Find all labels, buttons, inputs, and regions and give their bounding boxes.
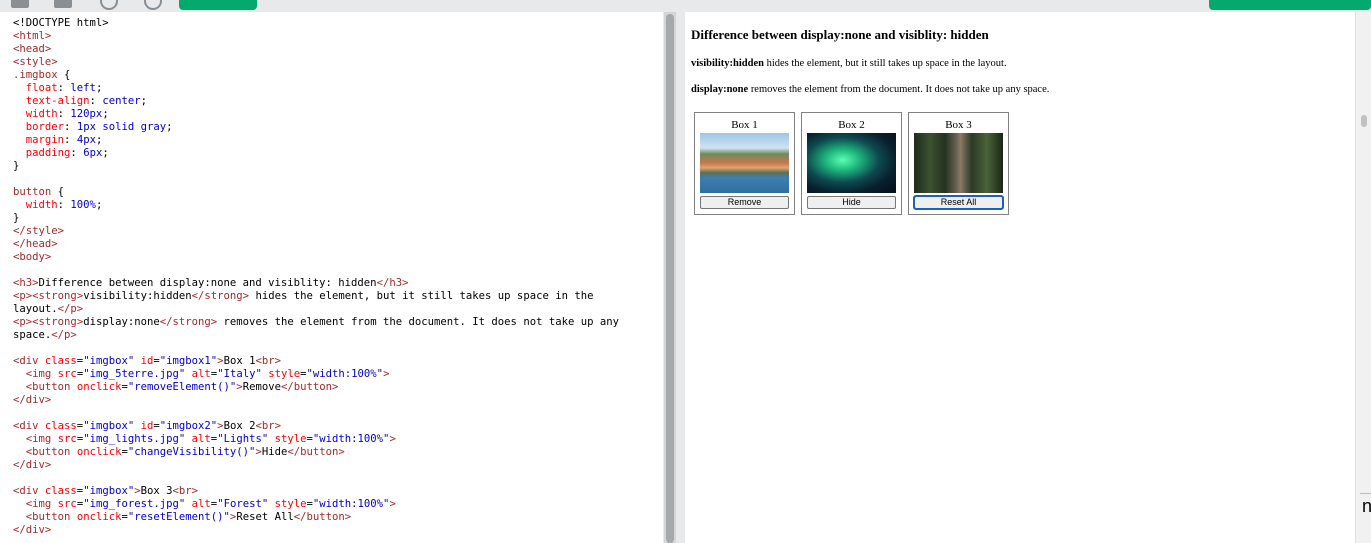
code-line: } [13,160,20,172]
code-line: width: 120px; [25,108,109,120]
circle-icon[interactable] [144,0,162,10]
toolbar [0,0,1371,12]
forest-image [914,133,1003,193]
code-line: </style> [13,225,65,237]
box-caption: Box 2 [838,119,865,131]
visibility-strong: visibility:hidden [691,58,764,69]
display-text: removes the element from the document. I… [748,84,1050,95]
code-line: <h3>Difference between display:none and … [13,277,409,289]
code-line: float: left; [25,82,103,94]
code-line: <button onclick="changeVisibility()">Hid… [25,446,345,458]
compass-icon[interactable] [100,0,118,10]
code-line: <!DOCTYPE html> [13,17,109,29]
display-paragraph: display:none removes the element from th… [691,84,1049,95]
code-line: <div class="imgbox" id="imgbox2">Box 2<b… [13,420,281,432]
code-line: <button onclick="resetElement()">Reset A… [25,511,352,523]
code-line: ​ [13,472,619,485]
square-icon[interactable] [54,0,72,8]
code-line: <head> [13,43,52,55]
code-line: .imgbox { [13,69,71,81]
code-line: ​ [13,264,619,277]
code-line: ​ [13,342,619,355]
code-line: margin: 4px; [25,134,103,146]
get-your-own-website-button[interactable] [1209,0,1371,10]
code-line: </div> [13,524,52,536]
code-line: <div class="imgbox" id="imgbox1">Box 1<b… [13,355,281,367]
imgbox-3: Box 3 Reset All [908,112,1009,215]
code-line: <button onclick="removeElement()">Remove… [25,381,339,393]
display-strong: display:none [691,84,749,95]
code-line: border: 1px solid gray; [25,121,173,133]
imgbox-1: Box 1 Remove [694,112,795,215]
code-line: <body> [13,251,52,263]
result-panel: Difference between display:none and visi… [685,12,1355,543]
code-line: </head> [13,238,58,250]
code-line: <html> [13,30,52,42]
code-line: text-align: center; [25,95,147,107]
code-line: ​ [13,407,619,420]
code-line: <img src="img_5terre.jpg" alt="Italy" st… [25,368,390,380]
visibility-paragraph: visibility:hidden hides the element, but… [691,58,1007,69]
result-scrollbar-thumb[interactable] [1361,115,1367,127]
code-line: layout.</p> [13,303,84,315]
reset-all-button[interactable]: Reset All [913,195,1004,210]
code-line: ​ [13,173,619,186]
result-heading: Difference between display:none and visi… [691,27,989,42]
edge-divider [1360,493,1371,494]
remove-button[interactable]: Remove [700,196,789,209]
box-caption: Box 3 [945,119,972,131]
code-text[interactable]: <!DOCTYPE html> <html> <head> <style> .imgbo… [13,17,619,537]
result-scrollbar[interactable] [1355,12,1371,543]
code-line: padding: 6px; [25,147,109,159]
menu-icon[interactable] [11,0,29,8]
visibility-text: hides the element, but it still takes up… [763,58,1007,69]
run-button[interactable] [179,0,257,10]
code-editor[interactable]: <!DOCTYPE html> <html> <head> <style> .imgbo… [0,12,663,543]
italy-image [700,133,789,193]
code-line: </div> [13,394,52,406]
code-line: space.</p> [13,329,77,341]
code-line: width: 100%; [25,199,103,211]
imgbox-2: Box 2 Hide [801,112,902,215]
code-line: <p><strong>display:none</strong> removes… [13,316,619,328]
splitter-handle[interactable] [666,14,674,543]
code-line: <style> [13,56,58,68]
code-line: <img src="img_forest.jpg" alt="Forest" s… [25,498,396,510]
code-line: <div class="imgbox">Box 3<br> [13,485,199,497]
lights-image [807,133,896,193]
box-caption: Box 1 [731,119,758,131]
edge-text: n [1362,496,1371,516]
code-line: button { [13,186,65,198]
code-line: } [13,212,20,224]
code-line: <img src="img_lights.jpg" alt="Lights" s… [25,433,396,445]
code-line: <p><strong>visibility:hidden</strong> hi… [13,290,594,302]
panel-gap [676,12,685,543]
code-line: </div> [13,459,52,471]
hide-button[interactable]: Hide [807,196,896,209]
